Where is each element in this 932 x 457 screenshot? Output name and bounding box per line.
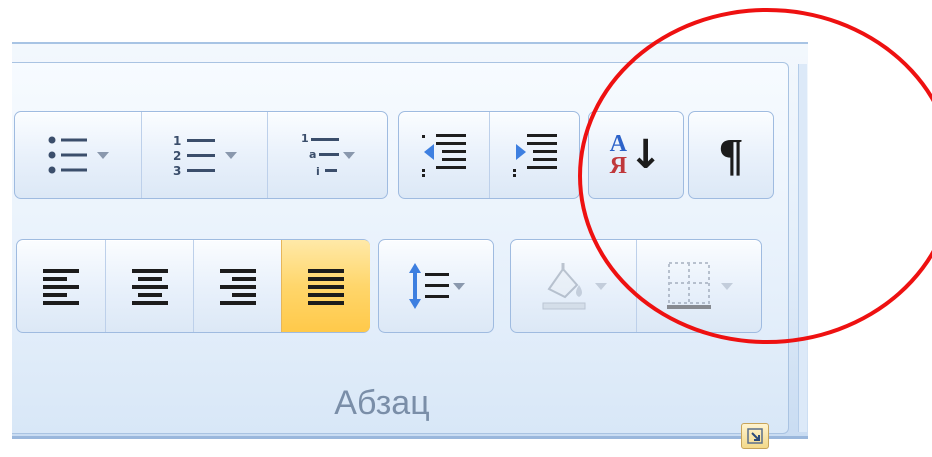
list-button-group: 1 2 3 1 a i bbox=[14, 111, 388, 199]
svg-text:i: i bbox=[316, 165, 320, 178]
increase-indent-button[interactable] bbox=[489, 112, 580, 198]
bullets-button[interactable] bbox=[15, 112, 141, 198]
formatting-marks-button-group: ¶ bbox=[688, 111, 774, 199]
sort-icon: А Я ↓ bbox=[609, 131, 663, 179]
sort-button-group: А Я ↓ bbox=[588, 111, 684, 199]
align-left-button[interactable] bbox=[17, 240, 105, 332]
decrease-indent-button[interactable] bbox=[399, 112, 489, 198]
svg-text:1: 1 bbox=[301, 132, 309, 145]
shading-icon bbox=[542, 263, 585, 310]
multilevel-list-button[interactable]: 1 a i bbox=[267, 112, 388, 198]
paragraph-dialog-launcher[interactable] bbox=[741, 423, 769, 449]
shading-borders-button-group bbox=[510, 239, 762, 333]
pilcrow-icon: ¶ bbox=[718, 129, 744, 180]
line-spacing-icon bbox=[409, 263, 449, 309]
bullet-list-icon bbox=[48, 136, 87, 174]
numbered-list-icon: 1 2 3 bbox=[173, 134, 215, 176]
align-right-button[interactable] bbox=[193, 240, 282, 332]
increase-indent-icon bbox=[513, 134, 557, 177]
shading-button[interactable] bbox=[511, 240, 636, 332]
bullets-dropdown-icon[interactable] bbox=[97, 151, 109, 159]
justify-icon bbox=[308, 269, 344, 305]
numbering-button[interactable]: 1 2 3 bbox=[141, 112, 268, 198]
line-spacing-button-group bbox=[378, 239, 494, 333]
paragraph-group-label: Абзац bbox=[334, 384, 430, 422]
indent-button-group bbox=[398, 111, 580, 199]
svg-text:3: 3 bbox=[173, 164, 181, 176]
align-left-icon bbox=[43, 269, 79, 305]
borders-dropdown-icon[interactable] bbox=[720, 282, 733, 290]
dialog-launcher-icon bbox=[747, 428, 763, 444]
multilevel-list-dropdown-icon[interactable] bbox=[343, 151, 355, 159]
svg-text:2: 2 bbox=[173, 149, 181, 163]
line-spacing-dropdown-icon[interactable] bbox=[453, 282, 465, 290]
svg-text:a: a bbox=[309, 148, 316, 161]
align-center-icon bbox=[132, 269, 168, 305]
group-separator bbox=[798, 64, 807, 432]
show-formatting-marks-button[interactable]: ¶ bbox=[689, 112, 773, 198]
line-spacing-button[interactable] bbox=[379, 240, 493, 332]
borders-icon bbox=[666, 262, 711, 309]
shading-dropdown-icon[interactable] bbox=[594, 282, 607, 290]
numbering-dropdown-icon[interactable] bbox=[225, 151, 237, 159]
justify-button[interactable] bbox=[281, 240, 370, 332]
align-right-icon bbox=[220, 269, 256, 305]
multilevel-list-icon: 1 a i bbox=[301, 132, 339, 178]
decrease-indent-icon bbox=[422, 134, 466, 177]
alignment-button-group bbox=[16, 239, 370, 333]
svg-text:1: 1 bbox=[173, 134, 181, 148]
borders-button[interactable] bbox=[636, 240, 762, 332]
align-center-button[interactable] bbox=[105, 240, 194, 332]
sort-button[interactable]: А Я ↓ bbox=[589, 112, 683, 198]
ribbon: 1 2 3 1 a i А Я ↓ ¶ Абзац bbox=[12, 42, 808, 449]
